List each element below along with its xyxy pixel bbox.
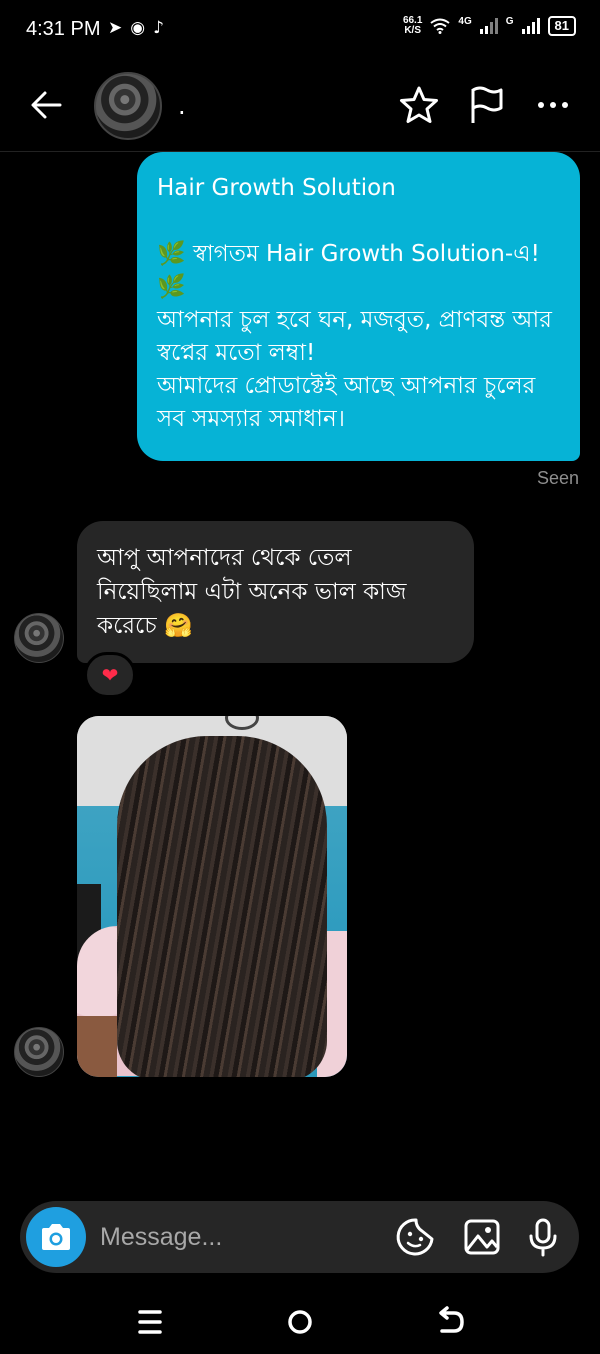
wifi-icon [430,18,451,34]
sticker-icon[interactable] [396,1217,436,1257]
tiktok-icon: ♪ [153,18,164,38]
heart-reaction[interactable]: ❤ [84,652,136,698]
camera-icon [42,1224,70,1250]
sent-message-body: 🌿 স্বাগতম Hair Growth Solution-এ! 🌿 আপনা… [157,241,552,432]
status-bar: 4:31 PM ➤ ◉ ♪ 66.1 K/S 4G G 81 [0,0,600,62]
received-message-bubble[interactable]: আপু আপনাদের থেকে তেল নিয়েছিলাম এটা অনেক… [77,521,474,663]
network-type-1: 4G [458,16,472,27]
system-indicators: 66.1 K/S 4G G 81 [403,16,576,36]
gallery-icon[interactable] [462,1217,502,1257]
sent-message-bubble[interactable]: Hair Growth Solution 🌿 স্বাগতম Hair Grow… [137,152,580,461]
photo-arm [77,1016,117,1077]
message-composer [20,1201,579,1273]
battery-indicator: 81 [547,16,576,36]
star-icon[interactable] [398,84,440,126]
sender-avatar[interactable] [14,613,64,663]
messenger-icon: ◉ [130,18,146,38]
photo-hair [117,736,327,1077]
back-nav-icon[interactable] [432,1304,468,1340]
network-speed: 66.1 K/S [402,15,423,36]
send-icon: ➤ [108,18,123,38]
back-arrow-icon[interactable] [26,84,68,126]
message-input[interactable] [100,1219,390,1255]
microphone-icon[interactable] [523,1217,563,1257]
contact-name[interactable]: . [178,92,186,120]
chat-header: . [0,62,600,152]
status-time: 4:31 PM [26,18,101,40]
contact-avatar[interactable] [94,72,162,140]
heart-icon: ❤ [101,663,119,687]
camera-button[interactable] [26,1207,86,1267]
more-options-icon[interactable] [532,84,574,126]
received-message-text: আপু আপনাদের থেকে তেল নিয়েছিলাম এটা অনেক… [97,545,407,639]
recent-apps-icon[interactable] [132,1304,168,1340]
seen-status: Seen [536,468,579,488]
home-icon[interactable] [282,1304,318,1340]
notification-icons: ➤ ◉ ♪ [108,18,164,38]
sender-avatar[interactable] [14,1027,64,1077]
received-photo[interactable] [77,716,347,1077]
signal-1-icon [479,18,498,34]
network-type-2: G [505,16,514,27]
system-navigation-bar [0,1290,600,1354]
signal-2-icon [521,18,540,34]
sent-message-title: Hair Growth Solution [157,175,396,201]
flag-icon[interactable] [466,84,508,126]
